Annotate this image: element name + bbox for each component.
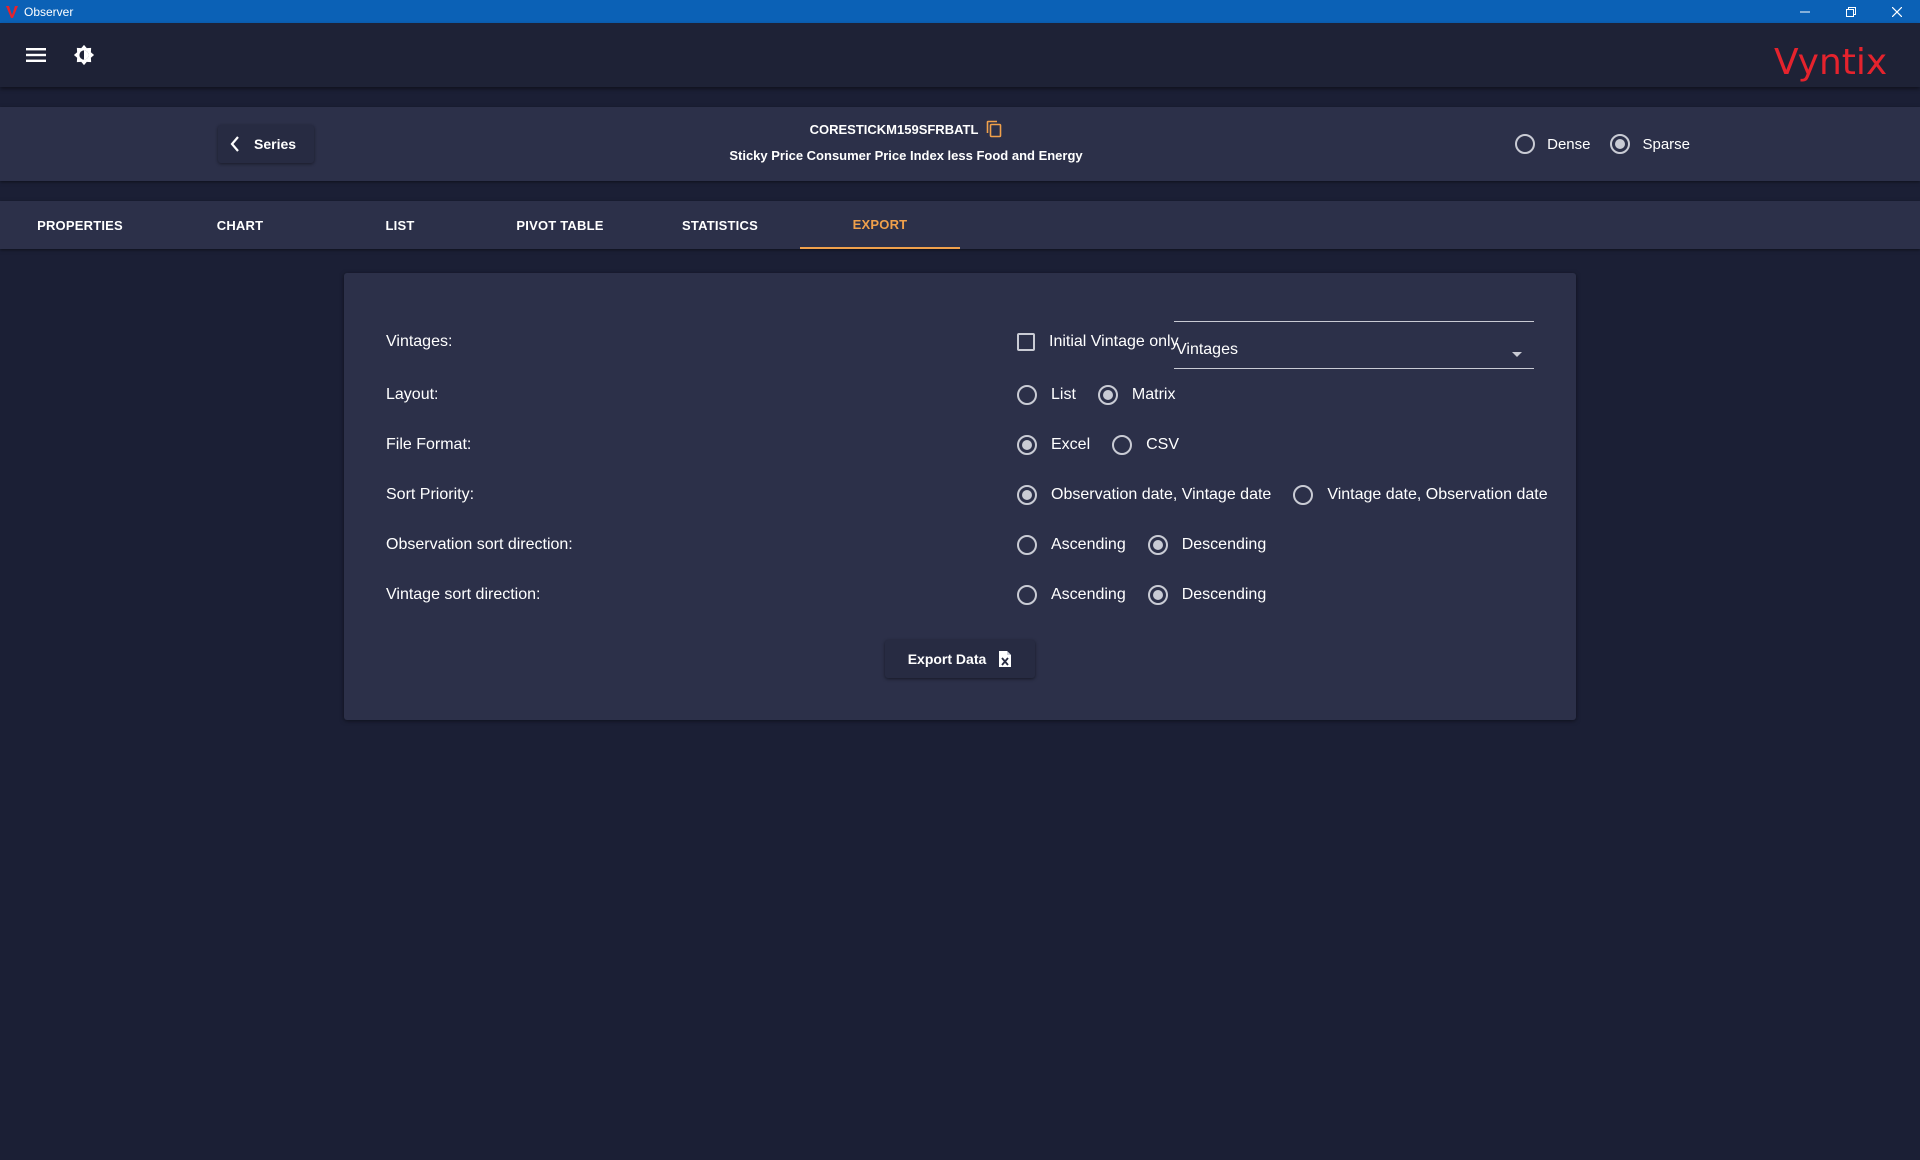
export-settings-card: Vintages: Initial Vintage only Vintages … xyxy=(344,273,1576,720)
density-toggle: Dense Sparse xyxy=(1495,107,1690,181)
file-format-label: File Format: xyxy=(386,436,472,453)
observation-sort-row: Observation sort direction: Ascending De… xyxy=(386,533,1576,557)
obs-descending-radio[interactable] xyxy=(1147,535,1168,555)
svg-text:Vyntix: Vyntix xyxy=(1774,42,1887,83)
vyntix-logo: Vyntix xyxy=(1774,40,1914,86)
tab-list[interactable]: LIST xyxy=(320,201,480,249)
file-format-row: File Format: Excel CSV xyxy=(386,433,1576,457)
export-data-button[interactable]: Export Data xyxy=(885,640,1035,678)
initial-vintage-only-option[interactable]: Initial Vintage only xyxy=(1017,333,1179,351)
sort-vintage-obs-option[interactable]: Vintage date, Observation date xyxy=(1293,485,1548,505)
export-data-label: Export Data xyxy=(907,651,987,667)
app-toolbar: Vyntix xyxy=(0,23,1920,87)
obs-ascending-option[interactable]: Ascending xyxy=(1017,535,1126,555)
obs-descending-label: Descending xyxy=(1181,536,1267,553)
dropdown-arrow-icon xyxy=(1512,352,1522,357)
vintage-sort-label: Vintage sort direction: xyxy=(386,586,541,603)
hamburger-menu-icon[interactable] xyxy=(22,42,50,68)
obs-ascending-radio[interactable] xyxy=(1017,535,1037,555)
initial-vintage-only-label: Initial Vintage only xyxy=(1049,333,1179,350)
format-csv-radio[interactable] xyxy=(1112,435,1133,455)
sort-priority-row: Sort Priority: Observation date, Vintage… xyxy=(386,483,1576,507)
series-header: Series CORESTICKM159SFRBATL Sticky Price… xyxy=(0,107,1920,181)
restore-icon[interactable] xyxy=(1828,0,1874,23)
series-id: CORESTICKM159SFRBATL xyxy=(809,121,979,137)
minimize-icon[interactable] xyxy=(1782,0,1828,23)
vintages-label: Vintages: xyxy=(386,333,453,350)
obs-ascending-label: Ascending xyxy=(1051,536,1126,553)
app-logo-icon xyxy=(4,4,20,20)
layout-row: Layout: List Matrix xyxy=(386,383,1576,407)
format-csv-option[interactable]: CSV xyxy=(1112,435,1179,455)
sparse-radio[interactable] xyxy=(1610,134,1631,154)
obs-descending-option[interactable]: Descending xyxy=(1147,535,1267,555)
layout-matrix-label: Matrix xyxy=(1131,386,1176,403)
format-excel-radio[interactable] xyxy=(1017,435,1037,455)
vin-ascending-option[interactable]: Ascending xyxy=(1017,585,1126,605)
layout-list-radio[interactable] xyxy=(1017,385,1037,405)
layout-list-label: List xyxy=(1051,386,1076,403)
vin-ascending-radio[interactable] xyxy=(1017,585,1037,605)
sort-obs-vintage-label: Observation date, Vintage date xyxy=(1051,486,1272,503)
layout-list-option[interactable]: List xyxy=(1017,385,1076,405)
vin-descending-option[interactable]: Descending xyxy=(1147,585,1267,605)
window-title: Observer xyxy=(24,4,74,19)
tab-statistics[interactable]: STATISTICS xyxy=(640,201,800,249)
vin-descending-radio[interactable] xyxy=(1147,585,1168,605)
layout-matrix-radio[interactable] xyxy=(1097,385,1118,405)
excel-file-icon xyxy=(998,650,1012,668)
tab-pivot-table[interactable]: PIVOT TABLE xyxy=(480,201,640,249)
vintage-sort-row: Vintage sort direction: Ascending Descen… xyxy=(386,583,1576,607)
dense-label: Dense xyxy=(1547,135,1591,153)
window-title-bar: Observer xyxy=(0,0,1920,23)
tab-properties[interactable]: PROPERTIES xyxy=(0,201,160,249)
sort-vintage-obs-radio[interactable] xyxy=(1293,485,1314,505)
sparse-label: Sparse xyxy=(1642,135,1690,153)
sort-priority-label: Sort Priority: xyxy=(386,486,475,503)
tab-export[interactable]: EXPORT xyxy=(800,201,960,249)
vin-descending-label: Descending xyxy=(1181,586,1267,603)
dense-radio[interactable] xyxy=(1515,134,1536,154)
observation-sort-label: Observation sort direction: xyxy=(386,536,573,553)
format-excel-option[interactable]: Excel xyxy=(1017,435,1090,455)
close-icon[interactable] xyxy=(1874,0,1920,23)
tab-bar: PROPERTIES CHART LIST PIVOT TABLE STATIS… xyxy=(0,201,1920,249)
brightness-icon[interactable] xyxy=(70,42,98,68)
vin-ascending-label: Ascending xyxy=(1051,586,1126,603)
vintages-select-value: Vintages xyxy=(1176,341,1238,358)
format-csv-label: CSV xyxy=(1146,436,1180,453)
format-excel-label: Excel xyxy=(1051,436,1091,453)
tab-chart[interactable]: CHART xyxy=(160,201,320,249)
dense-option[interactable]: Dense xyxy=(1515,134,1590,154)
sort-obs-vintage-option[interactable]: Observation date, Vintage date xyxy=(1017,485,1271,505)
layout-matrix-option[interactable]: Matrix xyxy=(1097,385,1176,405)
copy-icon[interactable] xyxy=(986,120,1002,138)
sparse-option[interactable]: Sparse xyxy=(1610,134,1690,154)
layout-label: Layout: xyxy=(386,386,439,403)
vintages-select[interactable]: Vintages xyxy=(1174,321,1534,369)
sort-vintage-obs-label: Vintage date, Observation date xyxy=(1327,486,1548,503)
initial-vintage-only-checkbox[interactable] xyxy=(1017,333,1035,351)
sort-obs-vintage-radio[interactable] xyxy=(1017,485,1037,505)
